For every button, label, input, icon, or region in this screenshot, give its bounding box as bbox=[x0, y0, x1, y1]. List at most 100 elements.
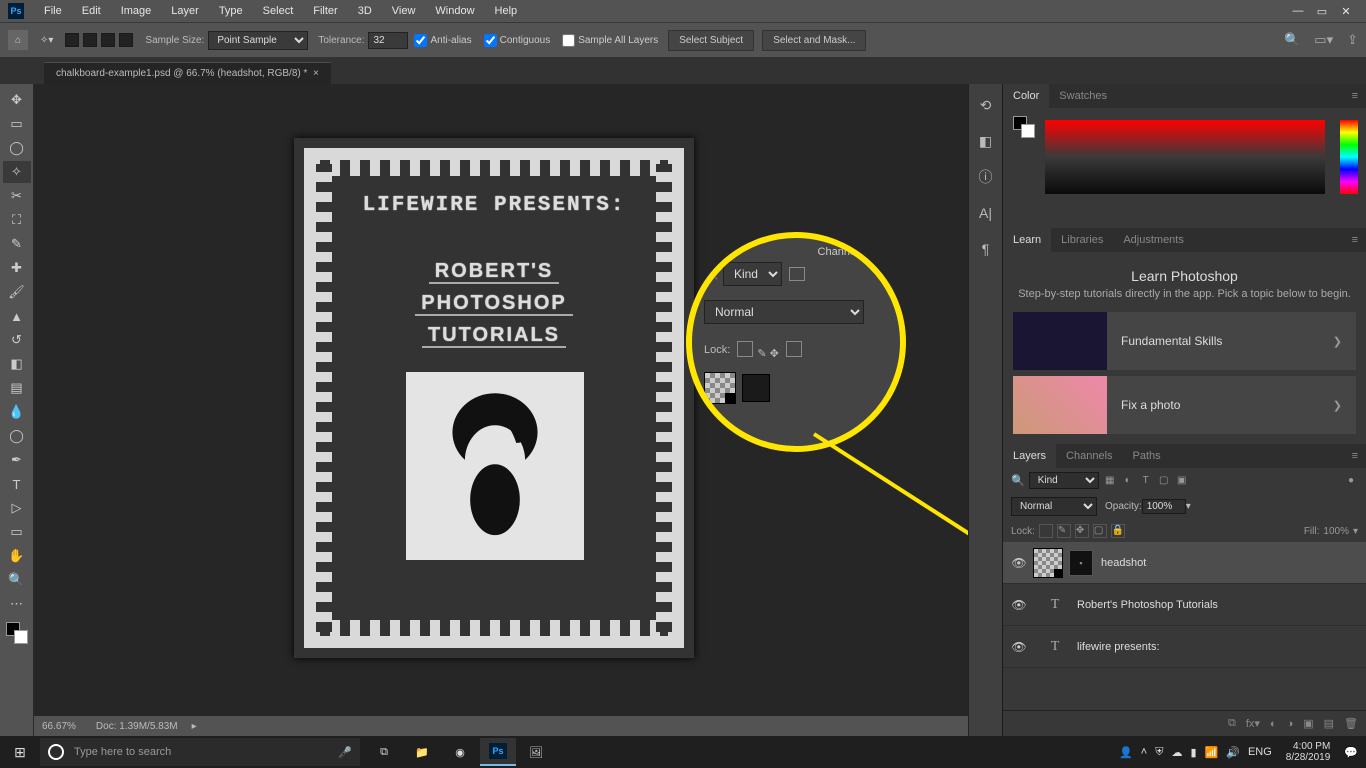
hand-tool-icon[interactable]: ✋ bbox=[3, 545, 31, 567]
layers-tab[interactable]: Layers bbox=[1003, 444, 1056, 468]
frame-tool-icon[interactable]: ⛶ bbox=[3, 209, 31, 231]
fill-input[interactable]: 100% bbox=[1323, 526, 1349, 537]
marquee-tool-icon[interactable]: ▭ bbox=[3, 113, 31, 135]
sample-size-select[interactable]: Point Sample bbox=[208, 31, 308, 50]
canvas-area[interactable]: LIFEWIRE PRESENTS: ROBERT'S PHOTOSHOP TU… bbox=[34, 84, 968, 736]
lock-pixels-icon[interactable]: ✎ bbox=[1057, 524, 1071, 538]
stamp-tool-icon[interactable]: ▲ bbox=[3, 305, 31, 327]
photoshop-taskbar-icon[interactable]: Ps bbox=[480, 738, 516, 766]
visibility-icon[interactable]: 👁 bbox=[1011, 556, 1027, 570]
share-icon[interactable]: ⇪ bbox=[1347, 32, 1358, 48]
layer-name[interactable]: lifewire presents: bbox=[1077, 641, 1160, 653]
pen-tool-icon[interactable]: ✒ bbox=[3, 449, 31, 471]
info-panel-icon[interactable]: ⓘ bbox=[977, 168, 995, 186]
blur-tool-icon[interactable]: 💧 bbox=[3, 401, 31, 423]
path-selection-tool-icon[interactable]: ▷ bbox=[3, 497, 31, 519]
menu-layer[interactable]: Layer bbox=[161, 5, 209, 17]
search-icon[interactable]: 🔍 bbox=[1284, 32, 1300, 48]
healing-tool-icon[interactable]: ✚ bbox=[3, 257, 31, 279]
people-icon[interactable]: 👤 bbox=[1119, 746, 1133, 759]
paths-tab[interactable]: Paths bbox=[1123, 444, 1171, 468]
color-gradient[interactable] bbox=[1045, 120, 1325, 194]
rectangle-tool-icon[interactable]: ▭ bbox=[3, 521, 31, 543]
zoom-tool-icon[interactable]: 🔍 bbox=[3, 569, 31, 591]
swatches-tab[interactable]: Swatches bbox=[1049, 84, 1117, 108]
lesson-fundamental-skills[interactable]: Fundamental Skills ❯ bbox=[1013, 312, 1356, 370]
learn-tab[interactable]: Learn bbox=[1003, 228, 1051, 252]
layer-headshot[interactable]: 👁 ▪ headshot bbox=[1003, 542, 1366, 584]
file-explorer-icon[interactable]: 📁 bbox=[404, 738, 440, 766]
restore-button[interactable]: ▭ bbox=[1310, 5, 1334, 18]
brush-tool-icon[interactable]: 🖌 bbox=[3, 281, 31, 303]
filter-type-icon[interactable]: T bbox=[1139, 474, 1153, 488]
wifi-icon[interactable]: 📶 bbox=[1205, 746, 1219, 759]
lock-position-icon[interactable]: ✥ bbox=[1075, 524, 1089, 538]
lasso-tool-icon[interactable]: ◯ bbox=[3, 137, 31, 159]
panel-menu-icon[interactable]: ≡ bbox=[1344, 450, 1366, 462]
workspace-icon[interactable]: ▭▾ bbox=[1314, 32, 1333, 48]
link-layers-icon[interactable]: ⧉ bbox=[1228, 717, 1236, 730]
libraries-tab[interactable]: Libraries bbox=[1051, 228, 1113, 252]
adjustments-tab[interactable]: Adjustments bbox=[1113, 228, 1194, 252]
taskbar-clock[interactable]: 4:00 PM 8/28/2019 bbox=[1280, 741, 1337, 763]
adjustment-icon[interactable]: ◑ bbox=[1287, 718, 1294, 730]
visibility-icon[interactable]: 👁 bbox=[1011, 598, 1027, 612]
history-brush-tool-icon[interactable]: ↺ bbox=[3, 329, 31, 351]
filter-adjust-icon[interactable]: ◐ bbox=[1121, 474, 1135, 488]
security-icon[interactable]: ⛨ bbox=[1155, 746, 1163, 759]
language-indicator[interactable]: ENG bbox=[1248, 746, 1272, 758]
blend-mode-select[interactable]: Normal bbox=[1011, 497, 1097, 516]
select-subject-button[interactable]: Select Subject bbox=[668, 30, 754, 51]
delete-layer-icon[interactable]: 🗑 bbox=[1344, 717, 1358, 730]
menu-window[interactable]: Window bbox=[425, 5, 484, 17]
menu-help[interactable]: Help bbox=[485, 5, 528, 17]
layer-roberts-tutorials[interactable]: 👁 T Robert's Photoshop Tutorials bbox=[1003, 584, 1366, 626]
menu-file[interactable]: File bbox=[34, 5, 72, 17]
contiguous-checkbox[interactable]: Contiguous bbox=[484, 34, 551, 47]
close-button[interactable]: ✕ bbox=[1334, 5, 1358, 18]
zoom-level[interactable]: 66.67% bbox=[42, 721, 76, 732]
magic-wand-tool-icon[interactable]: ✧ bbox=[3, 161, 31, 183]
battery-icon[interactable]: ▮ bbox=[1190, 746, 1196, 759]
crop-tool-icon[interactable]: ✂ bbox=[3, 185, 31, 207]
gradient-tool-icon[interactable]: ▤ bbox=[3, 377, 31, 399]
lock-all-icon[interactable]: 🔒 bbox=[1111, 524, 1125, 538]
lesson-fix-photo[interactable]: Fix a photo ❯ bbox=[1013, 376, 1356, 434]
hue-strip[interactable] bbox=[1340, 120, 1358, 194]
document-tab[interactable]: chalkboard-example1.psd @ 66.7% (headsho… bbox=[44, 62, 331, 84]
layer-lifewire-presents[interactable]: 👁 T lifewire presents: bbox=[1003, 626, 1366, 668]
filter-shape-icon[interactable]: ▢ bbox=[1157, 474, 1171, 488]
color-tab[interactable]: Color bbox=[1003, 84, 1049, 108]
visibility-icon[interactable]: 👁 bbox=[1011, 640, 1027, 654]
sample-mode-icon[interactable] bbox=[119, 33, 133, 47]
channels-tab[interactable]: Channels bbox=[1056, 444, 1122, 468]
lock-artboard-icon[interactable]: ▢ bbox=[1093, 524, 1107, 538]
tray-chevron-icon[interactable]: ˄ bbox=[1141, 746, 1147, 758]
menu-edit[interactable]: Edit bbox=[72, 5, 111, 17]
task-view-icon[interactable]: ⧉ bbox=[366, 738, 402, 766]
panel-menu-icon[interactable]: ≡ bbox=[1344, 90, 1366, 102]
properties-panel-icon[interactable]: ◧ bbox=[977, 132, 995, 150]
layer-filter-select[interactable]: Kind bbox=[1029, 472, 1099, 489]
color-swatch-icon[interactable] bbox=[1013, 116, 1035, 138]
layer-name[interactable]: headshot bbox=[1101, 557, 1146, 569]
eyedropper-tool-icon[interactable]: ✎ bbox=[3, 233, 31, 255]
magic-wand-tool-icon[interactable]: ✧▾ bbox=[40, 35, 53, 46]
filter-pixel-icon[interactable]: ▦ bbox=[1103, 474, 1117, 488]
menu-select[interactable]: Select bbox=[253, 5, 304, 17]
layer-name[interactable]: Robert's Photoshop Tutorials bbox=[1077, 599, 1218, 611]
history-panel-icon[interactable]: ⟲ bbox=[977, 96, 995, 114]
menu-image[interactable]: Image bbox=[111, 5, 162, 17]
foreground-background-swatch[interactable] bbox=[6, 622, 28, 644]
lock-transparent-icon[interactable] bbox=[1039, 524, 1053, 538]
menu-type[interactable]: Type bbox=[209, 5, 253, 17]
filter-smart-icon[interactable]: ▣ bbox=[1175, 474, 1189, 488]
taskbar-search[interactable]: Type here to search 🎤 bbox=[40, 738, 360, 766]
menu-view[interactable]: View bbox=[382, 5, 426, 17]
photos-icon[interactable]: 🖼 bbox=[518, 738, 554, 766]
onedrive-icon[interactable]: ☁ bbox=[1171, 746, 1182, 759]
layer-mask-icon[interactable]: ▪ bbox=[1069, 550, 1093, 576]
eraser-tool-icon[interactable]: ◧ bbox=[3, 353, 31, 375]
select-and-mask-button[interactable]: Select and Mask... bbox=[762, 30, 866, 51]
panel-menu-icon[interactable]: ≡ bbox=[1344, 234, 1366, 246]
